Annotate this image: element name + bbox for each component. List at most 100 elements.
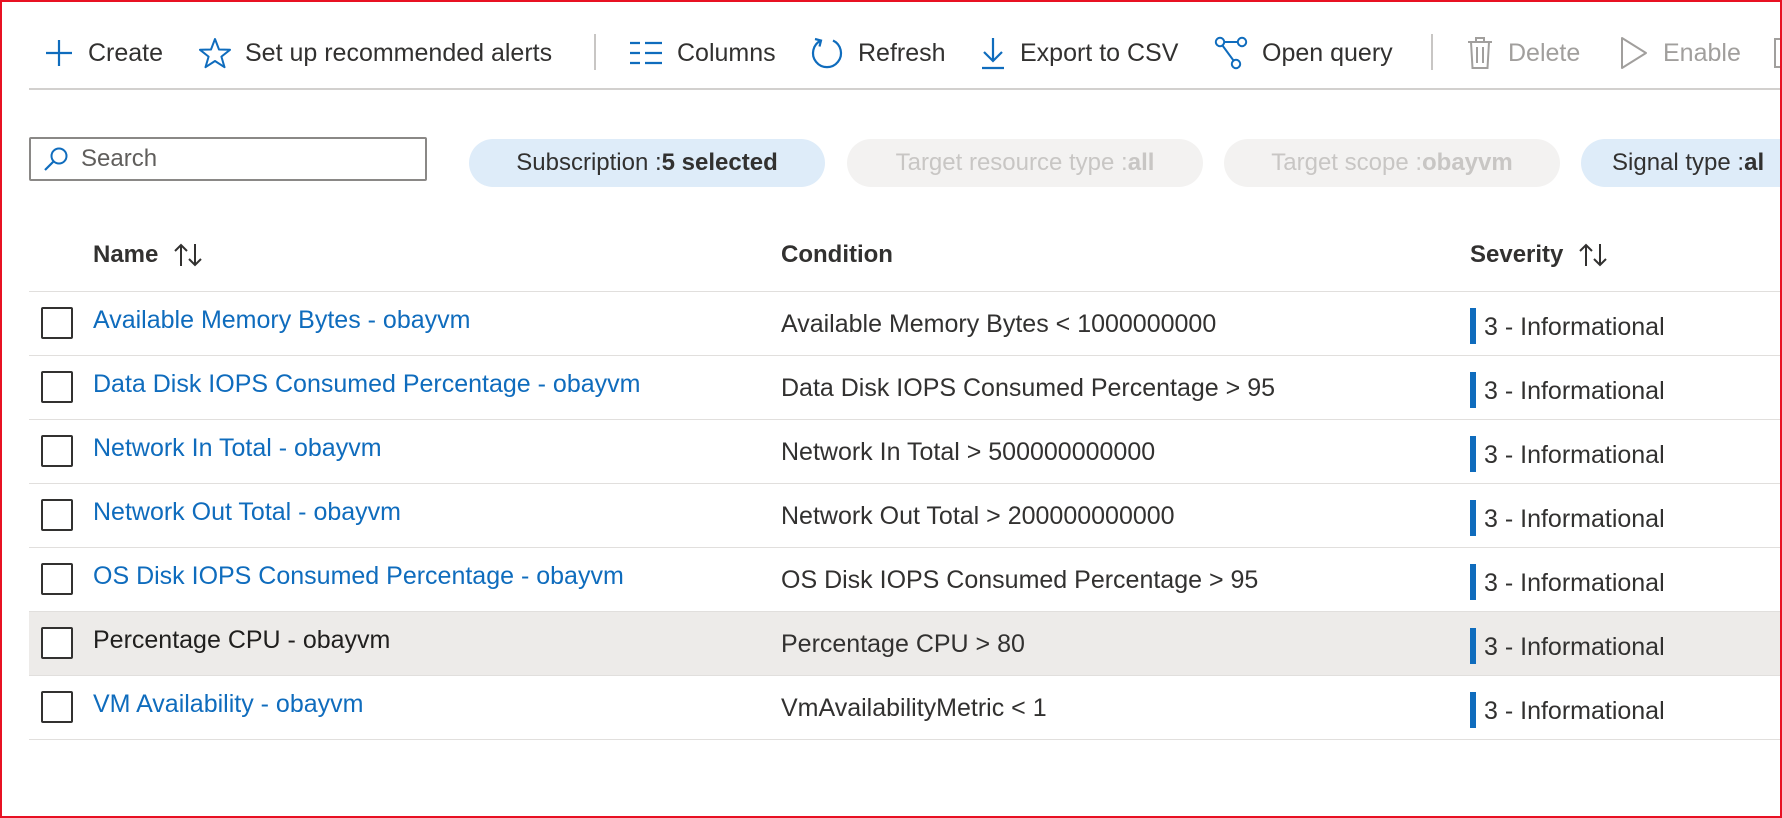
condition-cell: Data Disk IOPS Consumed Percentage > 95: [781, 374, 1276, 402]
sort-icon: [174, 243, 203, 267]
row-checkbox[interactable]: [41, 499, 73, 531]
delete-button[interactable]: Delete: [1466, 26, 1580, 80]
filter-label: Target resource type :: [895, 149, 1128, 176]
severity-indicator: [1470, 372, 1476, 408]
condition-cell: Available Memory Bytes < 1000000000: [781, 310, 1217, 338]
severity-label: 3 - Informational: [1484, 376, 1665, 405]
filter-label: Subscription :: [516, 149, 662, 176]
filter-value: obayvm: [1422, 149, 1513, 176]
severity-cell: 3 - Informational: [1470, 692, 1665, 728]
table-row[interactable]: Percentage CPU - obayvm Percentage CPU >…: [29, 612, 1780, 676]
alert-rule-link[interactable]: Available Memory Bytes - obayvm: [93, 306, 470, 335]
alert-rule-link[interactable]: OS Disk IOPS Consumed Percentage - obayv…: [93, 562, 624, 591]
alert-rule-link[interactable]: Data Disk IOPS Consumed Percentage - oba…: [93, 370, 640, 399]
alert-rule-link[interactable]: VM Availability - obayvm: [93, 690, 363, 719]
column-header-name[interactable]: Name: [93, 241, 206, 269]
filter-label: Target scope :: [1271, 149, 1423, 176]
search-input[interactable]: [79, 144, 403, 174]
table-row[interactable]: OS Disk IOPS Consumed Percentage - obayv…: [29, 548, 1780, 612]
severity-cell: 3 - Informational: [1470, 564, 1665, 600]
export-csv-button[interactable]: Export to CSV: [980, 26, 1178, 80]
open-query-label: Open query: [1262, 38, 1393, 67]
table-row[interactable]: VM Availability - obayvm VmAvailabilityM…: [29, 676, 1780, 740]
row-checkbox[interactable]: [41, 307, 73, 339]
query-nodes-icon: [1214, 36, 1248, 70]
filter-value: 5 selected: [661, 149, 778, 176]
create-button[interactable]: Create: [44, 26, 163, 80]
toolbar-divider: [594, 34, 596, 70]
alert-rule-link[interactable]: Percentage CPU - obayvm: [93, 626, 390, 655]
columns-label: Columns: [677, 38, 776, 67]
filter-label: Signal type :: [1612, 149, 1745, 176]
column-header-label: Name: [93, 241, 159, 268]
filter-value: all: [1127, 149, 1155, 176]
trash-icon: [1468, 37, 1492, 69]
filter-value: al: [1744, 149, 1765, 176]
refresh-label: Refresh: [858, 38, 946, 67]
table-row[interactable]: Network In Total - obayvm Network In Tot…: [29, 420, 1780, 484]
table-row[interactable]: Data Disk IOPS Consumed Percentage - oba…: [29, 356, 1780, 420]
condition-cell: Network Out Total > 200000000000: [781, 502, 1175, 530]
setup-recommended-alerts-button[interactable]: Set up recommended alerts: [199, 26, 552, 80]
filter-signal-type[interactable]: Signal type : al: [1581, 139, 1780, 187]
refresh-icon: [811, 37, 843, 69]
severity-indicator: [1470, 500, 1476, 536]
setup-alerts-label: Set up recommended alerts: [245, 38, 553, 67]
filter-target-resource-type[interactable]: Target resource type : all: [847, 139, 1203, 187]
table-row[interactable]: Network Out Total - obayvm Network Out T…: [29, 484, 1780, 548]
severity-indicator: [1470, 692, 1476, 728]
table-row[interactable]: Available Memory Bytes - obayvm Availabl…: [29, 292, 1780, 356]
severity-cell: 3 - Informational: [1470, 308, 1665, 344]
column-header-condition[interactable]: Condition: [781, 241, 893, 269]
row-checkbox[interactable]: [41, 435, 73, 467]
severity-label: 3 - Informational: [1484, 696, 1665, 725]
filter-subscription[interactable]: Subscription : 5 selected: [469, 139, 825, 187]
star-icon: [199, 38, 231, 69]
sort-icon: [1579, 243, 1608, 267]
create-label: Create: [88, 38, 164, 67]
open-query-button[interactable]: Open query: [1214, 26, 1393, 80]
severity-indicator: [1470, 628, 1476, 664]
enable-label: Enable: [1663, 38, 1741, 67]
severity-label: 3 - Informational: [1484, 440, 1665, 469]
toolbar-divider: [1431, 34, 1433, 70]
columns-icon: [630, 41, 662, 65]
columns-button[interactable]: Columns: [629, 26, 776, 80]
severity-label: 3 - Informational: [1484, 312, 1665, 341]
severity-label: 3 - Informational: [1484, 568, 1665, 597]
severity-cell: 3 - Informational: [1470, 436, 1665, 472]
severity-indicator: [1470, 308, 1476, 344]
row-checkbox[interactable]: [41, 563, 73, 595]
column-header-label: Condition: [781, 241, 893, 268]
row-checkbox[interactable]: [41, 691, 73, 723]
enable-button[interactable]: Enable: [1619, 26, 1741, 80]
condition-cell: OS Disk IOPS Consumed Percentage > 95: [781, 566, 1259, 594]
column-header-severity[interactable]: Severity: [1470, 241, 1611, 269]
row-checkbox[interactable]: [41, 627, 73, 659]
disable-icon: [1774, 38, 1780, 68]
plus-icon: [46, 40, 72, 66]
severity-cell: 3 - Informational: [1470, 628, 1665, 664]
table-header: Name Condition Severity: [29, 227, 1780, 292]
search-icon: [44, 147, 68, 171]
export-csv-label: Export to CSV: [1020, 38, 1179, 67]
row-checkbox[interactable]: [41, 371, 73, 403]
alert-rules-panel: Create Set up recommended alerts Columns…: [0, 0, 1782, 818]
column-header-label: Severity: [1470, 241, 1564, 268]
condition-cell: Network In Total > 500000000000: [781, 438, 1156, 466]
command-bar: Create Set up recommended alerts Columns…: [29, 2, 1780, 90]
severity-cell: 3 - Informational: [1470, 500, 1665, 536]
filter-target-scope[interactable]: Target scope : obayvm: [1224, 139, 1560, 187]
severity-label: 3 - Informational: [1484, 632, 1665, 661]
alert-rule-link[interactable]: Network Out Total - obayvm: [93, 498, 401, 527]
play-icon: [1621, 37, 1647, 69]
severity-label: 3 - Informational: [1484, 504, 1665, 533]
search-box[interactable]: [29, 137, 427, 181]
alert-rule-link[interactable]: Network In Total - obayvm: [93, 434, 382, 463]
refresh-button[interactable]: Refresh: [810, 26, 946, 80]
more-actions-icon[interactable]: [1773, 26, 1780, 80]
severity-indicator: [1470, 564, 1476, 600]
severity-indicator: [1470, 436, 1476, 472]
download-icon: [982, 38, 1004, 70]
condition-cell: Percentage CPU > 80: [781, 630, 1025, 658]
